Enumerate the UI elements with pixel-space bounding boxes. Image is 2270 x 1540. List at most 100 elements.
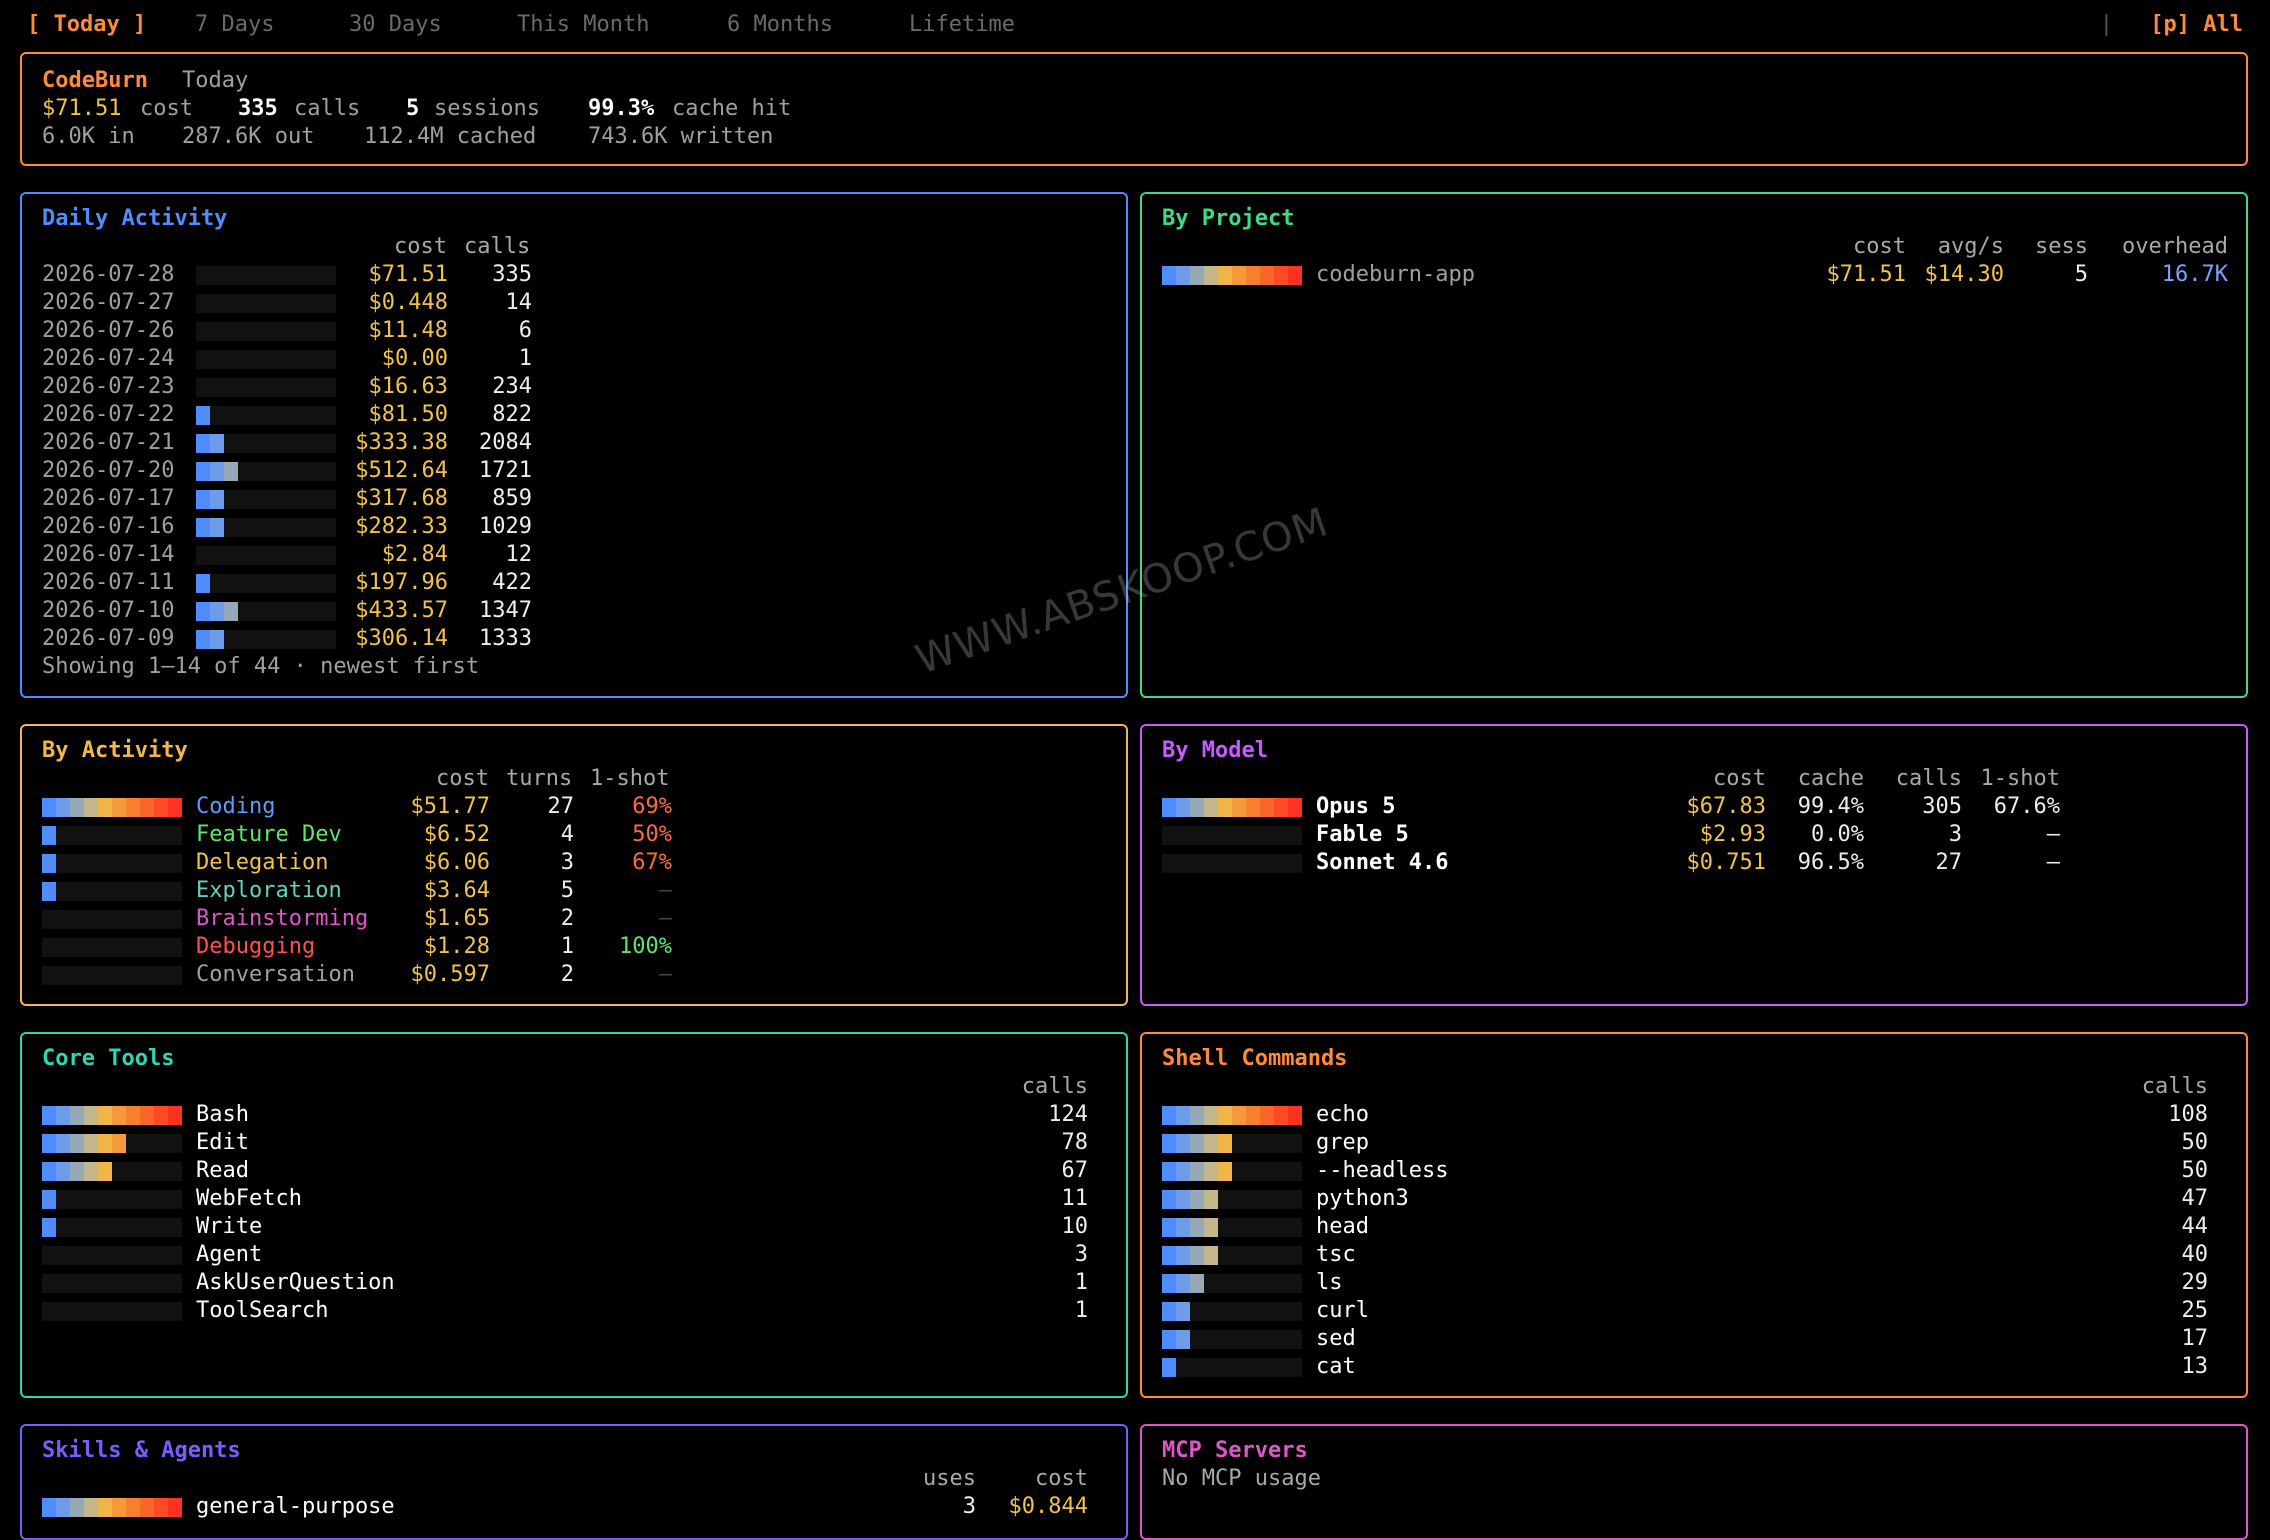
- usage-bar: [196, 350, 336, 369]
- row-cost: $16.63: [368, 374, 448, 399]
- summary-period: Today: [182, 68, 249, 93]
- sessions-label: sessions: [434, 96, 540, 121]
- usage-bar: [1162, 798, 1302, 817]
- table-row: codeburn-app $71.51 $14.30 5 16.7K: [1162, 261, 2228, 289]
- tab-6-months[interactable]: 6 Months: [727, 8, 833, 42]
- tab-today[interactable]: [ Today ]: [27, 8, 146, 42]
- tab-this-month[interactable]: This Month: [517, 8, 649, 42]
- usage-bar: [42, 1498, 182, 1517]
- usage-bar: [196, 630, 336, 649]
- row-date: 2026-07-20: [42, 458, 175, 483]
- row-date: 2026-07-26: [42, 318, 175, 343]
- row-cost: $3.64: [423, 878, 490, 903]
- row-tool: Read: [196, 1158, 249, 1183]
- panel-title: By Model: [1162, 738, 1268, 763]
- table-row: 2026-07-10 $433.57 1347: [42, 597, 1106, 625]
- mcp-empty-message: No MCP usage: [1162, 1466, 1321, 1491]
- usage-bar: [42, 798, 182, 817]
- row-cache: 0.0%: [1811, 822, 1864, 847]
- row-cost: $0.00: [381, 346, 448, 371]
- table-row: Read 67: [42, 1157, 1106, 1185]
- row-activity: Delegation: [196, 850, 329, 875]
- row-command: head: [1316, 1214, 1369, 1239]
- table-row: 2026-07-14 $2.84 12: [42, 541, 1106, 569]
- table-row: Brainstorming $1.65 2 —: [42, 905, 1106, 933]
- col-calls: calls: [1021, 1074, 1088, 1099]
- row-turns: 2: [560, 962, 574, 987]
- row-cost: $2.84: [381, 542, 448, 567]
- usage-bar: [196, 378, 336, 397]
- row-calls: 2084: [479, 430, 532, 455]
- table-row: sed 17: [1162, 1325, 2226, 1353]
- usage-bar: [42, 1134, 182, 1153]
- tokens-cached: 112.4M cached: [364, 124, 537, 149]
- row-cost: $333.38: [355, 430, 448, 455]
- tab-7-days[interactable]: 7 Days: [195, 8, 274, 42]
- row-date: 2026-07-21: [42, 430, 175, 455]
- usage-bar: [42, 1106, 182, 1125]
- row-cost: $71.51: [368, 262, 448, 287]
- usage-bar: [1162, 1358, 1302, 1377]
- table-row: 2026-07-28 $71.51 335: [42, 261, 1106, 289]
- table-row: 2026-07-20 $512.64 1721: [42, 457, 1106, 485]
- col-1shot: 1-shot: [590, 766, 670, 791]
- row-cost: $11.48: [368, 318, 448, 343]
- row-calls: 124: [1048, 1102, 1088, 1127]
- row-cost: $71.51: [1826, 262, 1906, 287]
- row-cost: $67.83: [1686, 794, 1766, 819]
- tokens-out: 287.6K out: [182, 124, 315, 149]
- table-row: Coding $51.77 27 69%: [42, 793, 1106, 821]
- row-date: 2026-07-17: [42, 486, 175, 511]
- table-row: Opus 5 $67.83 99.4% 305 67.6%: [1162, 793, 2226, 821]
- panel-title: Skills & Agents: [42, 1438, 241, 1463]
- table-row: Delegation $6.06 3 67%: [42, 849, 1106, 877]
- row-calls: 335: [492, 262, 532, 287]
- usage-bar: [1162, 1274, 1302, 1293]
- row-1shot: 67.6%: [1993, 794, 2060, 819]
- tab-30-days[interactable]: 30 Days: [349, 8, 442, 42]
- usage-bar: [42, 826, 182, 845]
- row-calls: 6: [518, 318, 532, 343]
- usage-bar: [196, 518, 336, 537]
- row-cost: $512.64: [355, 458, 448, 483]
- row-date: 2026-07-14: [42, 542, 175, 567]
- row-calls: 14: [505, 290, 533, 315]
- table-row: WebFetch 11: [42, 1185, 1106, 1213]
- row-date: 2026-07-24: [42, 346, 175, 371]
- usage-bar: [1162, 1330, 1302, 1349]
- table-row: echo 108: [1162, 1101, 2226, 1129]
- panel-title: By Project: [1162, 206, 1295, 231]
- table-row: head 44: [1162, 1213, 2226, 1241]
- panel-title: Core Tools: [42, 1046, 175, 1071]
- row-cost: $0.597: [410, 962, 490, 987]
- col-calls: calls: [2141, 1074, 2208, 1099]
- row-cost: $197.96: [355, 570, 448, 595]
- row-calls: 78: [1061, 1130, 1089, 1155]
- by-activity-panel: By Activity cost turns 1-shot Coding $51.…: [20, 724, 1128, 1006]
- usage-bar: [196, 322, 336, 341]
- usage-bar: [196, 406, 336, 425]
- usage-bar: [42, 910, 182, 929]
- row-1shot: 50%: [632, 822, 672, 847]
- row-cost: $0.844: [1008, 1494, 1088, 1519]
- provider-filter[interactable]: [p] All: [2150, 8, 2243, 42]
- row-calls: 3: [1074, 1242, 1088, 1267]
- row-1shot: 69%: [632, 794, 672, 819]
- usage-bar: [42, 854, 182, 873]
- col-cache: cache: [1797, 766, 1864, 791]
- row-calls: 234: [492, 374, 532, 399]
- row-date: 2026-07-10: [42, 598, 175, 623]
- shell-commands-panel: Shell Commands calls echo 108 grep 50 --head…: [1140, 1032, 2248, 1398]
- usage-bar: [196, 574, 336, 593]
- row-command: grep: [1316, 1130, 1369, 1155]
- tab-lifetime[interactable]: Lifetime: [909, 8, 1015, 42]
- period-tabs: [ Today ] 7 Days 30 Days This Month 6 Mo…: [27, 8, 2243, 42]
- table-row: python3 47: [1162, 1185, 2226, 1213]
- row-calls: 1: [1074, 1270, 1088, 1295]
- row-command: tsc: [1316, 1242, 1356, 1267]
- row-calls: 422: [492, 570, 532, 595]
- row-cost: $0.448: [368, 290, 448, 315]
- total-sessions: 5: [406, 96, 420, 121]
- row-calls: 1721: [479, 458, 532, 483]
- tab-separator: |: [2099, 12, 2113, 37]
